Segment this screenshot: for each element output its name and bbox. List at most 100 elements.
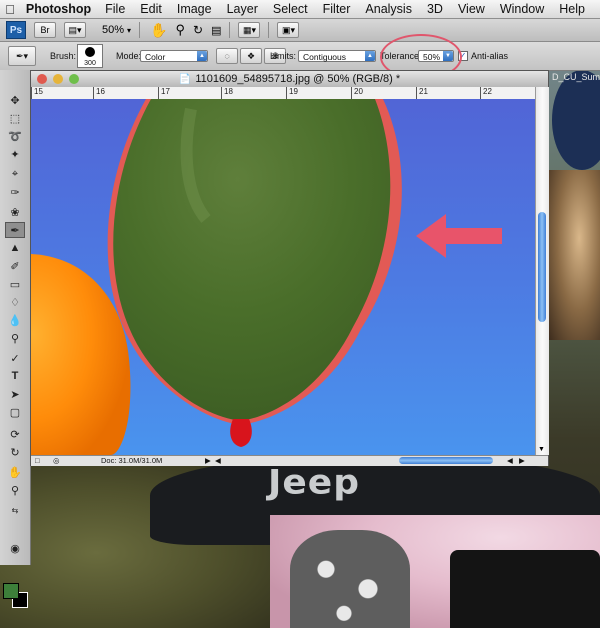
spot-healing-tool-icon[interactable]: ❀: [5, 204, 25, 220]
type-tool-icon[interactable]: T: [5, 368, 25, 384]
menu-edit[interactable]: Edit: [140, 2, 162, 16]
application-bar: Ps Br ▤▾ 50% ▾ ✋ ⚲ ↻ ▤ ▦▾ ▣▾: [0, 19, 600, 42]
paint-bucket-tool-icon[interactable]: ♢: [5, 294, 25, 310]
rotate-view-icon[interactable]: ↻: [193, 23, 203, 37]
ruler-label: 19: [286, 87, 298, 99]
status-info-icon[interactable]: ◎: [53, 456, 60, 466]
tools-panel: ✥ ⬚ ➰ ✦ ⌖ ✑ ❀ ✒ ▲ ✐ ▭ ♢ 💧 ⚲ ✓ T ➤ ▢ ⟳ ↻ …: [0, 70, 31, 608]
background-window-edge-text: D_CU_Sum: [552, 72, 600, 82]
clone-stamp-tool-icon[interactable]: ▲: [5, 240, 25, 256]
view-extras-icon[interactable]: ▤▾: [64, 22, 86, 38]
background-black-bag: [450, 550, 600, 628]
background-jeep-logo: Jeep: [268, 463, 360, 502]
menu-layer[interactable]: Layer: [227, 2, 258, 16]
menu-image[interactable]: Image: [177, 2, 212, 16]
dodge-tool-icon[interactable]: ⚲: [5, 330, 25, 346]
ruler-label: 18: [221, 87, 233, 99]
brush-preset-picker[interactable]: 300: [77, 44, 103, 68]
document-size-status: Doc: 31.0M/31.0M: [101, 456, 163, 465]
blur-tool-icon[interactable]: 💧: [5, 312, 25, 328]
screen-mode-icon[interactable]: ▣▾: [277, 22, 300, 38]
mode-label: Mode:: [116, 51, 142, 61]
document-window: 📄 1101609_54895718.jpg @ 50% (RGB/8) * 15…: [30, 70, 549, 466]
horizontal-scroll-thumb[interactable]: [399, 457, 493, 464]
swap-colors-icon[interactable]: ⇆: [5, 502, 25, 518]
3d-rotate-tool-icon[interactable]: ⟳: [5, 426, 25, 442]
pen-tool-icon[interactable]: ✓: [5, 350, 25, 366]
limits-select-value: Contiguous: [303, 52, 347, 62]
mode-select[interactable]: Color ▲: [140, 50, 208, 62]
menu-view[interactable]: View: [458, 2, 485, 16]
scroll-left-arrow-icon[interactable]: ◀: [215, 456, 221, 466]
document-status-bar: □ ◎ Doc: 31.0M/31.0M ▶ ◀ ◀ ▶: [31, 455, 548, 466]
menu-help[interactable]: Help: [559, 2, 585, 16]
document-title: 1101609_54895718.jpg @ 50% (RGB/8) *: [195, 73, 401, 85]
toolbar-divider: [139, 22, 141, 38]
hand-tool-icon[interactable]: ✋: [5, 464, 25, 480]
toolbar-divider: [268, 22, 270, 38]
brush-tip-icon: [85, 47, 95, 57]
shape-tool-icon[interactable]: ▢: [5, 404, 25, 420]
vertical-scrollbar[interactable]: ▼: [535, 87, 549, 455]
document-title-bar[interactable]: 📄 1101609_54895718.jpg @ 50% (RGB/8) *: [31, 71, 548, 88]
sampling-once-icon[interactable]: ❖: [240, 48, 262, 64]
image-canvas[interactable]: [31, 99, 535, 455]
arrange-documents-icon[interactable]: ▦▾: [238, 22, 261, 38]
move-tool-icon[interactable]: ✥: [5, 92, 25, 108]
zoom-window-icon[interactable]: [69, 74, 79, 84]
annotation-arrow: [416, 214, 502, 258]
document-icon: 📄: [178, 74, 192, 85]
background-child-hair: [548, 170, 600, 340]
zoom-tool-icon[interactable]: ⚲: [175, 22, 185, 38]
eraser-tool-icon[interactable]: ▭: [5, 276, 25, 292]
zoom-tool-icon[interactable]: ⚲: [5, 482, 25, 498]
ruler-label: 17: [158, 87, 170, 99]
zoom-level-select[interactable]: 50%: [102, 24, 124, 36]
vertical-scroll-thumb[interactable]: [538, 212, 546, 322]
ruler-label: 16: [93, 87, 105, 99]
status-zoom-icon[interactable]: □: [35, 456, 40, 466]
mac-menu-bar:  Photoshop File Edit Image Layer Select…: [0, 0, 600, 19]
mode-select-value: Color: [145, 52, 166, 62]
magic-wand-tool-icon[interactable]: ✦: [5, 146, 25, 162]
scroll-right-arrow-icon[interactable]: ▶: [519, 456, 525, 466]
lasso-tool-icon[interactable]: ➰: [5, 128, 25, 144]
marquee-tool-icon[interactable]: ⬚: [5, 110, 25, 126]
path-selection-tool-icon[interactable]: ➤: [5, 386, 25, 402]
bridge-button[interactable]: Br: [34, 22, 56, 38]
hand-tool-icon[interactable]: ✋: [150, 22, 167, 39]
limits-select[interactable]: Contiguous ▲: [298, 50, 376, 62]
ruler-label: 20: [351, 87, 363, 99]
scroll-down-arrow-icon[interactable]: ▼: [538, 446, 545, 453]
tool-options-bar: ✒▾ Brush: 300 Mode: Color ▲ ◌ ❖ ❋ Limits…: [0, 42, 600, 71]
tool-preset-picker-icon[interactable]: ✒▾: [8, 46, 36, 66]
color-replacement-tool-icon[interactable]: ✒: [5, 222, 25, 238]
menu-analysis[interactable]: Analysis: [365, 2, 412, 16]
close-window-icon[interactable]: [37, 74, 47, 84]
apple-icon[interactable]: : [0, 2, 20, 17]
ruler-tool-icon[interactable]: ▤: [211, 24, 221, 37]
brush-label: Brush:: [50, 51, 77, 61]
history-brush-tool-icon[interactable]: ✐: [5, 258, 25, 274]
menu-file[interactable]: File: [105, 2, 125, 16]
photoshop-logo-icon: Ps: [6, 21, 26, 39]
menu-3d[interactable]: 3D: [427, 2, 443, 16]
sampling-continuous-icon[interactable]: ◌: [216, 48, 238, 64]
menu-filter[interactable]: Filter: [323, 2, 351, 16]
chevron-down-icon[interactable]: ▾: [127, 26, 131, 35]
minimize-window-icon[interactable]: [53, 74, 63, 84]
menu-app-name[interactable]: Photoshop: [26, 2, 91, 16]
3d-orbit-tool-icon[interactable]: ↻: [5, 444, 25, 460]
quick-mask-icon[interactable]: ◉: [5, 540, 25, 556]
foreground-color-swatch[interactable]: [3, 583, 19, 599]
crop-tool-icon[interactable]: ⌖: [5, 166, 25, 182]
status-menu-arrow-icon[interactable]: ▶: [205, 456, 211, 466]
chevron-updown-icon: ▲: [365, 51, 375, 61]
brush-size-value: 300: [84, 60, 96, 67]
menu-select[interactable]: Select: [273, 2, 308, 16]
ruler-label: 22: [480, 87, 492, 99]
eyedropper-tool-icon[interactable]: ✑: [5, 184, 25, 200]
menu-window[interactable]: Window: [500, 2, 544, 16]
limits-label: Limits:: [270, 51, 297, 61]
scroll-left-arrow-icon[interactable]: ◀: [507, 456, 513, 466]
